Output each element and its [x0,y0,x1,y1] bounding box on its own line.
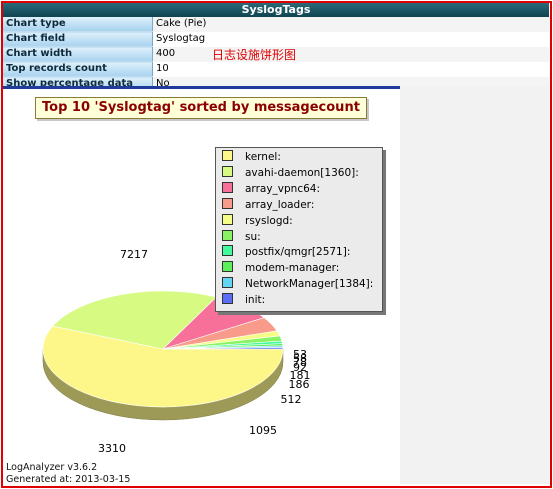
legend-swatch [222,261,233,273]
legend-item: kernel: [222,149,281,165]
legend-label: postfix/qmgr[2571]: [245,246,351,259]
legend-item: su: [222,229,261,245]
footer-version: LogAnalyzer v3.6.2 [6,462,98,473]
legend-swatch [222,245,233,257]
legend-item: array_loader: [222,197,314,213]
legend-swatch [222,229,233,241]
legend-label: modem-manager: [245,262,340,275]
legend-item: postfix/qmgr[2571]: [222,244,350,260]
legend-item: modem-manager: [222,260,339,276]
pie-data-label: 3310 [98,442,126,455]
legend-label: array_vpnc64: [245,182,320,195]
legend-swatch [222,293,233,305]
legend-swatch [222,181,233,193]
legend-swatch [222,277,233,289]
pie-data-label: 512 [281,393,302,406]
pie-data-label: 7217 [120,248,148,261]
legend-label: su: [245,230,261,243]
legend-item: NetworkManager[1384]: [222,276,373,292]
legend-swatch [222,165,233,177]
legend-label: avahi-daemon[1360]: [245,166,359,179]
legend-label: array_loader: [245,198,315,211]
legend-swatch [222,213,233,225]
legend-item: rsyslogd: [222,213,293,229]
legend-label: NetworkManager[1384]: [245,278,374,291]
legend-swatch [222,197,233,209]
chart-legend: kernel: avahi-daemon[1360]: array_vpnc64:a… [215,147,383,312]
legend-label: init: [245,294,266,307]
legend-item: array_vpnc64: [222,181,320,197]
footer-generated: Generated at: 2013-03-15 [6,474,131,485]
legend-label: kernel: [245,151,281,163]
pie-data-label: 1095 [249,424,277,437]
pie-data-label: 53 [293,348,307,361]
legend-item: avahi-daemon[1360]: [222,165,359,181]
legend-item: init: [222,292,265,308]
chart-title: Top 10 'Syslogtag' sorted by messagecoun… [35,97,367,119]
legend-label: rsyslogd: [245,214,293,227]
legend-swatch [222,150,233,161]
